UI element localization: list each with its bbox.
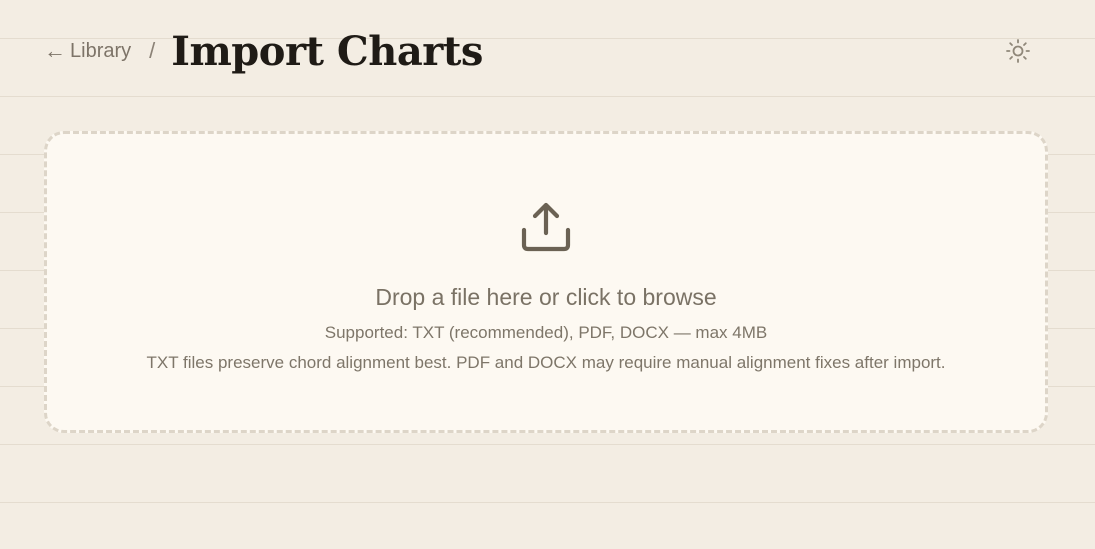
theme-toggle-button[interactable] — [1004, 37, 1032, 65]
file-dropzone[interactable]: Drop a file here or click to browse Supp… — [44, 131, 1048, 433]
supported-formats-text: Supported: TXT (recommended), PDF, DOCX … — [324, 323, 768, 342]
page-title: Import Charts — [171, 27, 483, 75]
back-link-label: Library — [70, 39, 132, 62]
header: ← Library / Import Charts — [44, 26, 483, 76]
sun-icon — [1006, 39, 1030, 63]
upload-icon — [519, 200, 573, 254]
back-to-library-link[interactable]: ← Library — [44, 40, 131, 63]
dropzone-title: Drop a file here or click to browse — [375, 284, 717, 310]
breadcrumb-separator: / — [149, 38, 156, 63]
alignment-hint-text: TXT files preserve chord alignment best.… — [146, 353, 946, 372]
back-arrow-icon: ← — [44, 38, 66, 63]
